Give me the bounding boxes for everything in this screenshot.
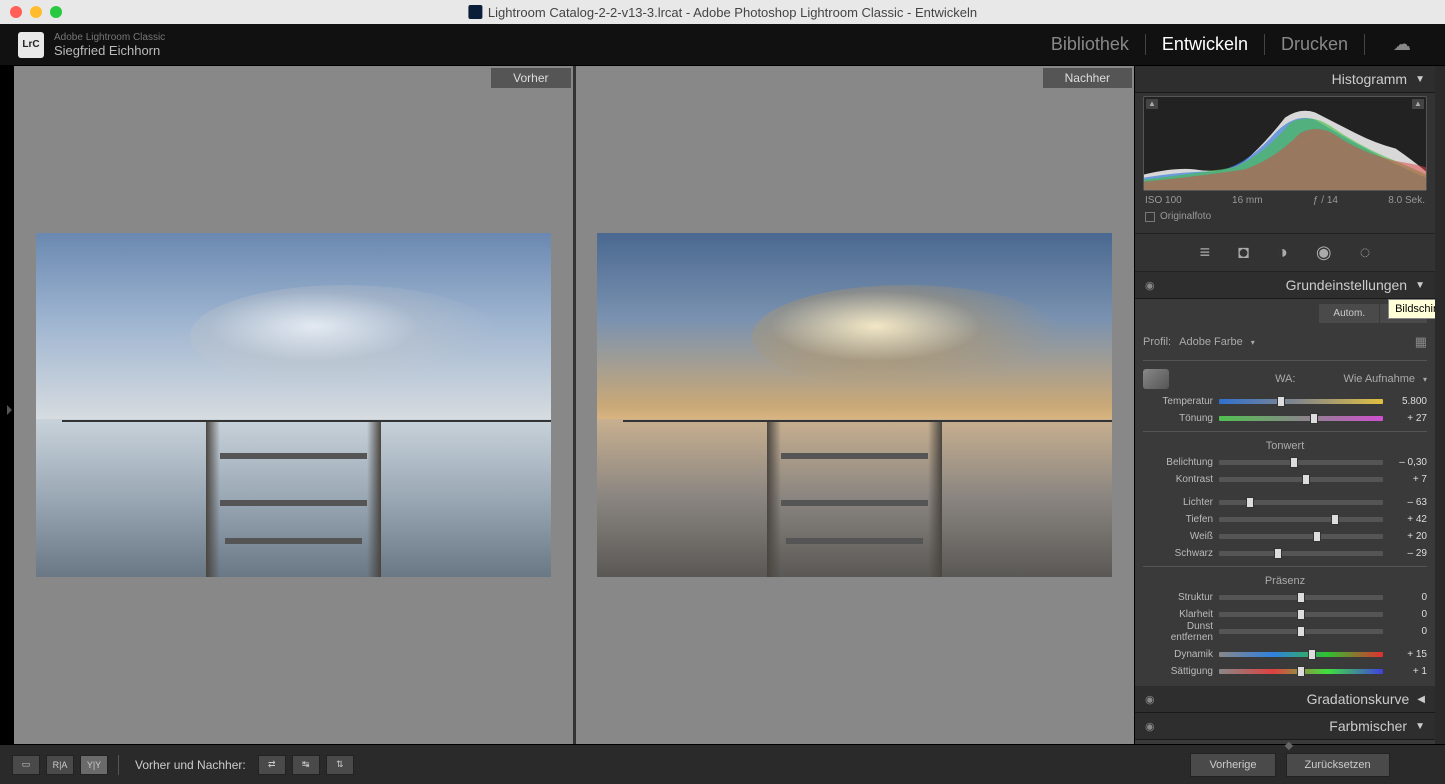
histogram-graph[interactable]: ▲ ▲ <box>1143 96 1427 191</box>
lrc-logo-icon: LrC <box>18 32 44 58</box>
aperture-value: ƒ / 14 <box>1313 195 1338 206</box>
contrast-slider[interactable]: Kontrast+ 7 <box>1143 471 1427 488</box>
highlights-slider[interactable]: Lichter– 63 <box>1143 494 1427 511</box>
whites-slider[interactable]: Weiß+ 20 <box>1143 528 1427 545</box>
temperature-slider[interactable]: Temperatur5.800 <box>1143 393 1427 410</box>
basic-panel: Autom. S/W Bildschirmfo Profil: Adobe Fa… <box>1135 299 1435 686</box>
ba-layout-icon[interactable]: ⇄ <box>258 755 286 775</box>
edit-sliders-icon[interactable]: ≡ <box>1200 242 1211 263</box>
cloud-sync-icon[interactable]: ☁ <box>1377 34 1427 55</box>
panel-eye-icon[interactable]: ◉ <box>1145 693 1155 706</box>
before-after-label: Vorher und Nachher: <box>135 758 246 772</box>
auto-button[interactable]: Autom. <box>1319 304 1379 323</box>
minimize-window-icon[interactable] <box>30 6 42 18</box>
traffic-lights <box>10 6 62 18</box>
histogram-section: ▲ ▲ ISO 100 16 mm ƒ / 14 8.0 Sek. Origin… <box>1135 93 1435 233</box>
histogram-header[interactable]: Histogramm ▼ <box>1135 66 1435 93</box>
reset-button[interactable]: Zurücksetzen <box>1286 753 1390 777</box>
toolbar-bottom: ▭ R|A Y|Y Vorher und Nachher: ⇄ ↹ ⇅ Vorh… <box>0 744 1445 784</box>
wb-value[interactable]: Wie Aufnahme <box>1343 373 1415 385</box>
lightroom-badge-icon <box>468 5 482 19</box>
highlight-clip-icon[interactable]: ▲ <box>1412 99 1424 109</box>
original-photo-toggle[interactable]: Originalfoto <box>1143 208 1427 225</box>
wb-dropper-icon[interactable] <box>1143 369 1169 389</box>
after-photo[interactable] <box>597 233 1112 577</box>
app-header: LrC Adobe Lightroom Classic Siegfried Ei… <box>0 24 1445 66</box>
tint-slider[interactable]: Tönung+ 27 <box>1143 410 1427 427</box>
panel-eye-icon[interactable]: ◉ <box>1145 279 1155 292</box>
before-after-yy-icon[interactable]: Y|Y <box>80 755 108 775</box>
after-panel: Nachher <box>576 66 1135 744</box>
left-panel-collapsed[interactable] <box>0 66 14 744</box>
panel-eye-icon[interactable]: ◉ <box>1145 720 1155 733</box>
module-develop[interactable]: Entwickeln <box>1146 34 1265 55</box>
profile-label: Profil: <box>1143 336 1171 348</box>
identity-plate: Adobe Lightroom Classic Siegfried Eichho… <box>54 32 165 58</box>
masking-icon[interactable]: ◌ <box>1360 242 1371 263</box>
exposure-slider[interactable]: Belichtung– 0,30 <box>1143 454 1427 471</box>
image-viewer: Vorher Nachher <box>14 66 1135 744</box>
main-area: Vorher Nachher Histogramm ▼ ▲ ▲ <box>0 66 1445 744</box>
healing-icon[interactable]: ◑ <box>1277 242 1288 263</box>
macos-titlebar: Lightroom Catalog-2-2-v13-3.lrcat - Adob… <box>0 0 1445 24</box>
focal-value: 16 mm <box>1232 195 1263 206</box>
bottom-right-actions: Vorherige Zurücksetzen <box>1143 753 1433 777</box>
window-title-text: Lightroom Catalog-2-2-v13-3.lrcat - Adob… <box>488 5 977 20</box>
checkbox-icon[interactable] <box>1145 212 1155 222</box>
reference-view-icon[interactable]: R|A <box>46 755 74 775</box>
tooltip: Bildschirmfo <box>1388 299 1435 319</box>
blacks-slider[interactable]: Schwarz– 29 <box>1143 545 1427 562</box>
histogram-metadata: ISO 100 16 mm ƒ / 14 8.0 Sek. <box>1143 191 1427 208</box>
loupe-view-icon[interactable]: ▭ <box>12 755 40 775</box>
brand-line1: Adobe Lightroom Classic <box>54 32 165 43</box>
collapse-icon[interactable]: ▼ <box>1415 280 1425 291</box>
dehaze-slider[interactable]: Dunst entfernen0 <box>1143 623 1427 640</box>
before-panel: Vorher <box>14 66 576 744</box>
wb-label: WA: <box>1177 373 1295 385</box>
collapse-icon[interactable]: ▼ <box>1415 74 1425 85</box>
ba-copy-icon[interactable]: ⇅ <box>326 755 354 775</box>
shadow-clip-icon[interactable]: ▲ <box>1146 99 1158 109</box>
basic-header[interactable]: ◉ Grundeinstellungen ▼ <box>1135 272 1435 299</box>
histogram-title: Histogramm <box>1332 71 1407 87</box>
saturation-slider[interactable]: Sättigung+ 1 <box>1143 663 1427 680</box>
presence-section-label: Präsenz <box>1143 571 1427 589</box>
whitebalance-row: WA: Wie Aufnahme▾ <box>1143 365 1427 393</box>
crop-icon[interactable]: ◘ <box>1238 242 1249 263</box>
profile-value[interactable]: Adobe Farbe <box>1179 336 1243 348</box>
treatment-row: Autom. S/W Bildschirmfo <box>1143 299 1427 328</box>
texture-slider[interactable]: Struktur0 <box>1143 589 1427 606</box>
tone-curve-header[interactable]: ◉ Gradationskurve ◀ <box>1135 686 1435 713</box>
color-mixer-header[interactable]: ◉ Farbmischer ▼ <box>1135 713 1435 740</box>
profile-browser-icon[interactable]: ▦ <box>1415 334 1427 350</box>
redeye-icon[interactable]: ◉ <box>1316 242 1332 263</box>
shutter-value: 8.0 Sek. <box>1388 195 1425 206</box>
right-edge-strip <box>1435 66 1445 744</box>
module-switcher: Bibliothek Entwickeln Drucken ☁ <box>1035 34 1427 55</box>
expand-icon[interactable]: ◀ <box>1417 694 1425 705</box>
close-window-icon[interactable] <box>10 6 22 18</box>
before-photo[interactable] <box>36 233 551 577</box>
profile-row: Profil: Adobe Farbe▾ ▦ <box>1143 328 1427 356</box>
previous-button[interactable]: Vorherige <box>1190 753 1275 777</box>
brand-line2: Siegfried Eichhorn <box>54 43 165 58</box>
local-tools-strip: ≡ ◘ ◑ ◉ ◌ <box>1135 233 1435 272</box>
maximize-window-icon[interactable] <box>50 6 62 18</box>
color-title: Farbmischer <box>1329 718 1407 734</box>
original-label: Originalfoto <box>1160 211 1211 222</box>
basic-title: Grundeinstellungen <box>1286 277 1407 293</box>
shadows-slider[interactable]: Tiefen+ 42 <box>1143 511 1427 528</box>
before-label: Vorher <box>491 68 570 88</box>
develop-right-panel: Histogramm ▼ ▲ ▲ ISO 100 16 mm ƒ / 14 8.… <box>1135 66 1435 744</box>
after-label: Nachher <box>1043 68 1132 88</box>
vibrance-slider[interactable]: Dynamik+ 15 <box>1143 646 1427 663</box>
window-title: Lightroom Catalog-2-2-v13-3.lrcat - Adob… <box>468 5 977 20</box>
collapse-icon[interactable]: ▼ <box>1415 721 1425 732</box>
module-print[interactable]: Drucken <box>1265 34 1365 55</box>
iso-value: ISO 100 <box>1145 195 1182 206</box>
module-library[interactable]: Bibliothek <box>1035 34 1146 55</box>
ba-swap-icon[interactable]: ↹ <box>292 755 320 775</box>
tone-section-label: Tonwert <box>1143 436 1427 454</box>
curve-title: Gradationskurve <box>1307 691 1410 707</box>
